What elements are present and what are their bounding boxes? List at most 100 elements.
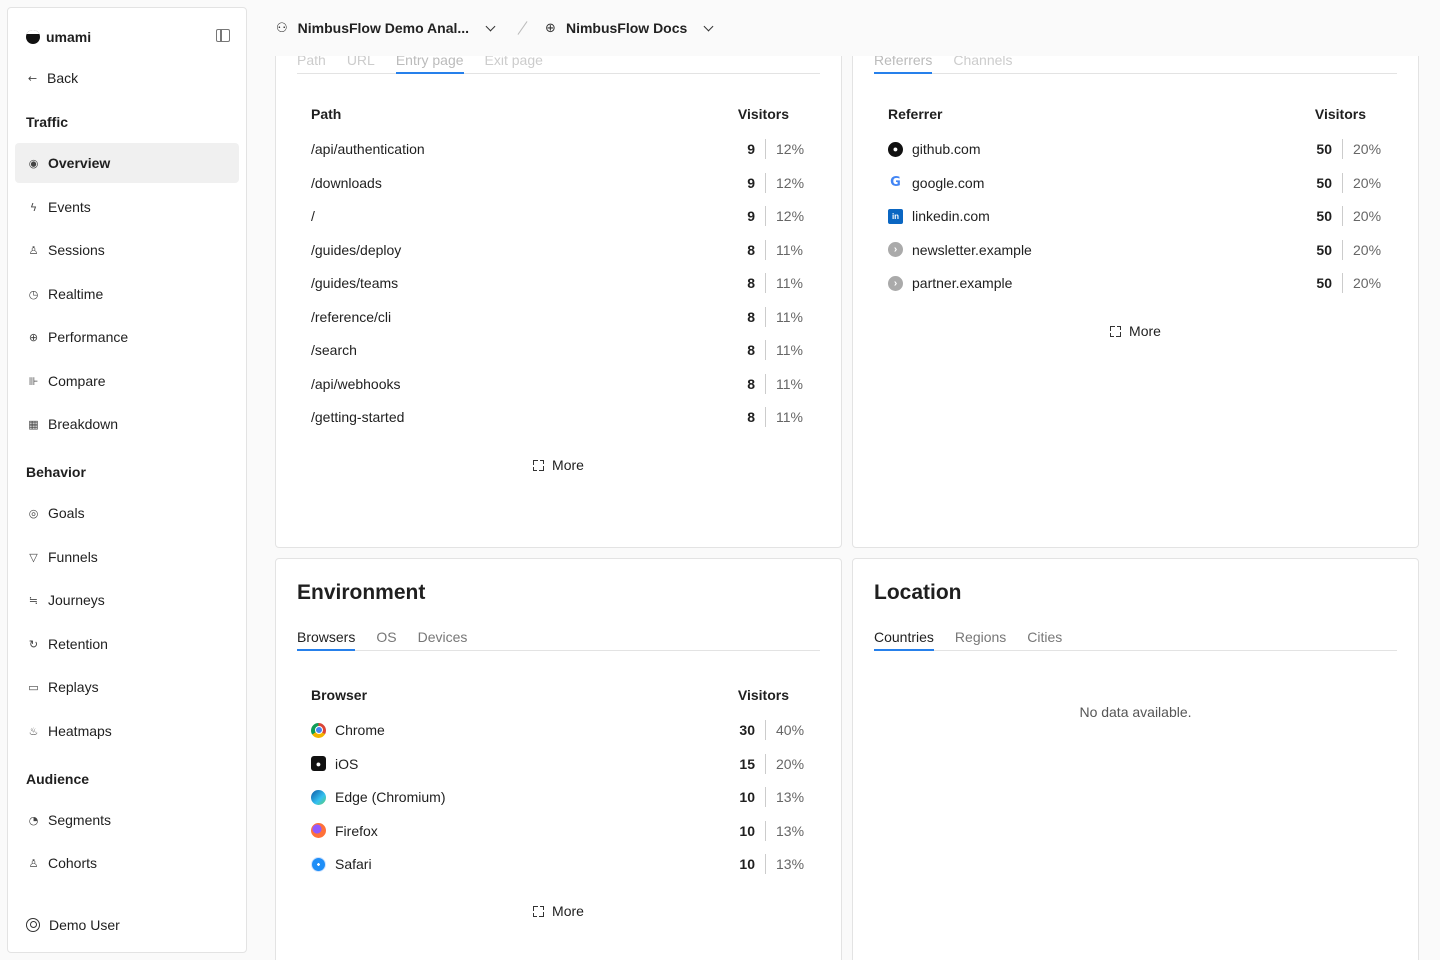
tab-os[interactable]: OS (376, 629, 396, 651)
user-circle-icon (26, 918, 40, 932)
table-row[interactable]: Chrome 30 40% (311, 719, 806, 741)
table-header: Referrer Visitors (888, 106, 1366, 122)
sidebar-item-segments[interactable]: ◔ Segments (15, 800, 239, 840)
sidebar-item-realtime[interactable]: ◷ Realtime (15, 274, 239, 314)
table-row[interactable]: /api/webhooks 8 11% (311, 373, 806, 395)
row-label-text: /search (311, 342, 357, 358)
table-header: Browser Visitors (311, 687, 789, 703)
row-percent: 20% (1353, 208, 1382, 224)
row-label: /reference/cli (311, 309, 725, 325)
table-row[interactable]: Safari 10 13% (311, 853, 806, 875)
table-row[interactable]: /search 8 11% (311, 339, 806, 361)
more-button[interactable]: More (276, 903, 841, 919)
chevron-down-icon[interactable] (703, 21, 714, 31)
sidebar-collapse-icon[interactable] (216, 29, 230, 42)
section-audience: Audience (26, 771, 90, 787)
bolt-icon: ϟ (29, 200, 38, 214)
row-label-text: /guides/teams (311, 275, 399, 291)
row-label: Safari (311, 856, 725, 872)
row-label-text: Safari (335, 856, 372, 872)
table-row[interactable]: / 9 12% (311, 205, 806, 227)
panel-title: Location (874, 581, 962, 604)
sidebar-item-compare[interactable]: ⊪ Compare (15, 361, 239, 401)
link-icon: › (888, 275, 903, 291)
row-percent: 13% (776, 856, 805, 872)
row-percent: 11% (776, 409, 803, 425)
sidebar-item-label: Overview (48, 155, 111, 171)
grid-icon: ▦ (28, 417, 39, 431)
github-icon: ● (888, 141, 903, 157)
table-row[interactable]: /guides/teams 8 11% (311, 272, 806, 294)
brand-name: umami (46, 29, 92, 45)
expand-icon (533, 459, 545, 471)
row-count: 15 (739, 755, 755, 772)
row-percent: 11% (776, 308, 803, 325)
chevron-down-icon[interactable] (485, 21, 496, 31)
top-bar: ⚇ NimbusFlow Demo Anal... ⊕ NimbusFlow D… (247, 0, 1440, 56)
sidebar-item-label: Retention (48, 636, 108, 652)
section-behavior: Behavior (26, 464, 86, 480)
row-count: 50 (1316, 241, 1332, 258)
team-selector[interactable]: NimbusFlow Demo Anal... (298, 20, 469, 36)
table-row[interactable]: Firefox 10 13% (311, 820, 806, 842)
row-label: / (311, 208, 725, 224)
table-row[interactable]: /guides/deploy 8 11% (311, 239, 806, 261)
row-label: Firefox (311, 823, 725, 839)
row-label-text: newsletter.example (912, 241, 1032, 258)
more-label: More (552, 457, 584, 473)
row-label-text: Chrome (335, 722, 385, 738)
table-row[interactable]: › partner.example 50 20% (888, 272, 1383, 294)
table-row[interactable]: /downloads 9 12% (311, 172, 806, 194)
row-percent: 20% (1353, 141, 1382, 157)
row-count: 10 (739, 822, 755, 839)
user-menu[interactable]: Demo User (26, 917, 120, 933)
table-row[interactable]: ● iOS 15 20% (311, 753, 806, 775)
tab-countries[interactable]: Countries (874, 629, 934, 651)
sidebar-item-journeys[interactable]: ≒ Journeys (15, 580, 239, 620)
tab-browsers[interactable]: Browsers (297, 629, 356, 651)
video-icon: ▭ (28, 680, 39, 694)
column-header-visitors: Visitors (737, 106, 789, 122)
row-count: 30 (739, 722, 755, 738)
table-row[interactable]: › newsletter.example 50 20% (888, 239, 1383, 261)
more-button[interactable]: More (853, 323, 1418, 339)
sidebar-item-goals[interactable]: ◎ Goals (15, 493, 239, 533)
more-button[interactable]: More (276, 457, 841, 473)
tab-devices[interactable]: Devices (418, 629, 468, 651)
sidebar-item-events[interactable]: ϟ Events (15, 187, 239, 227)
table-row[interactable]: /reference/cli 8 11% (311, 306, 806, 328)
row-percent: 11% (776, 342, 803, 358)
link-icon: › (888, 242, 903, 257)
more-label: More (552, 903, 584, 919)
row-label: in linkedin.com (888, 208, 1302, 224)
sidebar-item-heatmaps[interactable]: ♨ Heatmaps (15, 711, 239, 751)
sidebar-item-breakdown[interactable]: ▦ Breakdown (15, 404, 239, 444)
table-row[interactable]: /api/authentication 9 12% (311, 138, 806, 160)
brand[interactable]: umami (26, 29, 91, 45)
sidebar-item-funnels[interactable]: ▽ Funnels (15, 537, 239, 577)
row-label: ● iOS (311, 756, 725, 772)
table-row[interactable]: /getting-started 8 11% (311, 406, 806, 428)
tab-regions[interactable]: Regions (955, 629, 1006, 651)
tab-cities[interactable]: Cities (1027, 629, 1062, 651)
row-label-text: /reference/cli (311, 308, 392, 325)
sidebar-item-overview[interactable]: ◉ Overview (15, 143, 239, 183)
sidebar-item-performance[interactable]: ⊕ Performance (15, 317, 239, 357)
table-row[interactable]: Edge (Chromium) 10 13% (311, 786, 806, 808)
more-label: More (1129, 323, 1161, 339)
row-percent: 12% (776, 141, 805, 157)
sidebar-item-replays[interactable]: ▭ Replays (15, 667, 239, 707)
table-row[interactable]: in linkedin.com 50 20% (888, 205, 1383, 227)
sidebar-item-sessions[interactable]: ♙ Sessions (15, 230, 239, 270)
table-row[interactable]: Ggoogle.com 50 20% (888, 172, 1383, 194)
sidebar-item-label: Replays (48, 679, 99, 695)
column-header-browser: Browser (311, 687, 368, 703)
website-selector[interactable]: NimbusFlow Docs (566, 20, 687, 36)
table-row[interactable]: ● github.com 50 20% (888, 138, 1383, 160)
row-count: 50 (1316, 208, 1332, 224)
arrow-left-icon: ← (27, 71, 38, 85)
sidebar-item-label: Compare (48, 373, 106, 389)
back-button[interactable]: ← Back (26, 70, 78, 86)
sidebar-item-cohorts[interactable]: ♙ Cohorts (15, 843, 239, 883)
sidebar-item-retention[interactable]: ↻ Retention (15, 624, 239, 664)
